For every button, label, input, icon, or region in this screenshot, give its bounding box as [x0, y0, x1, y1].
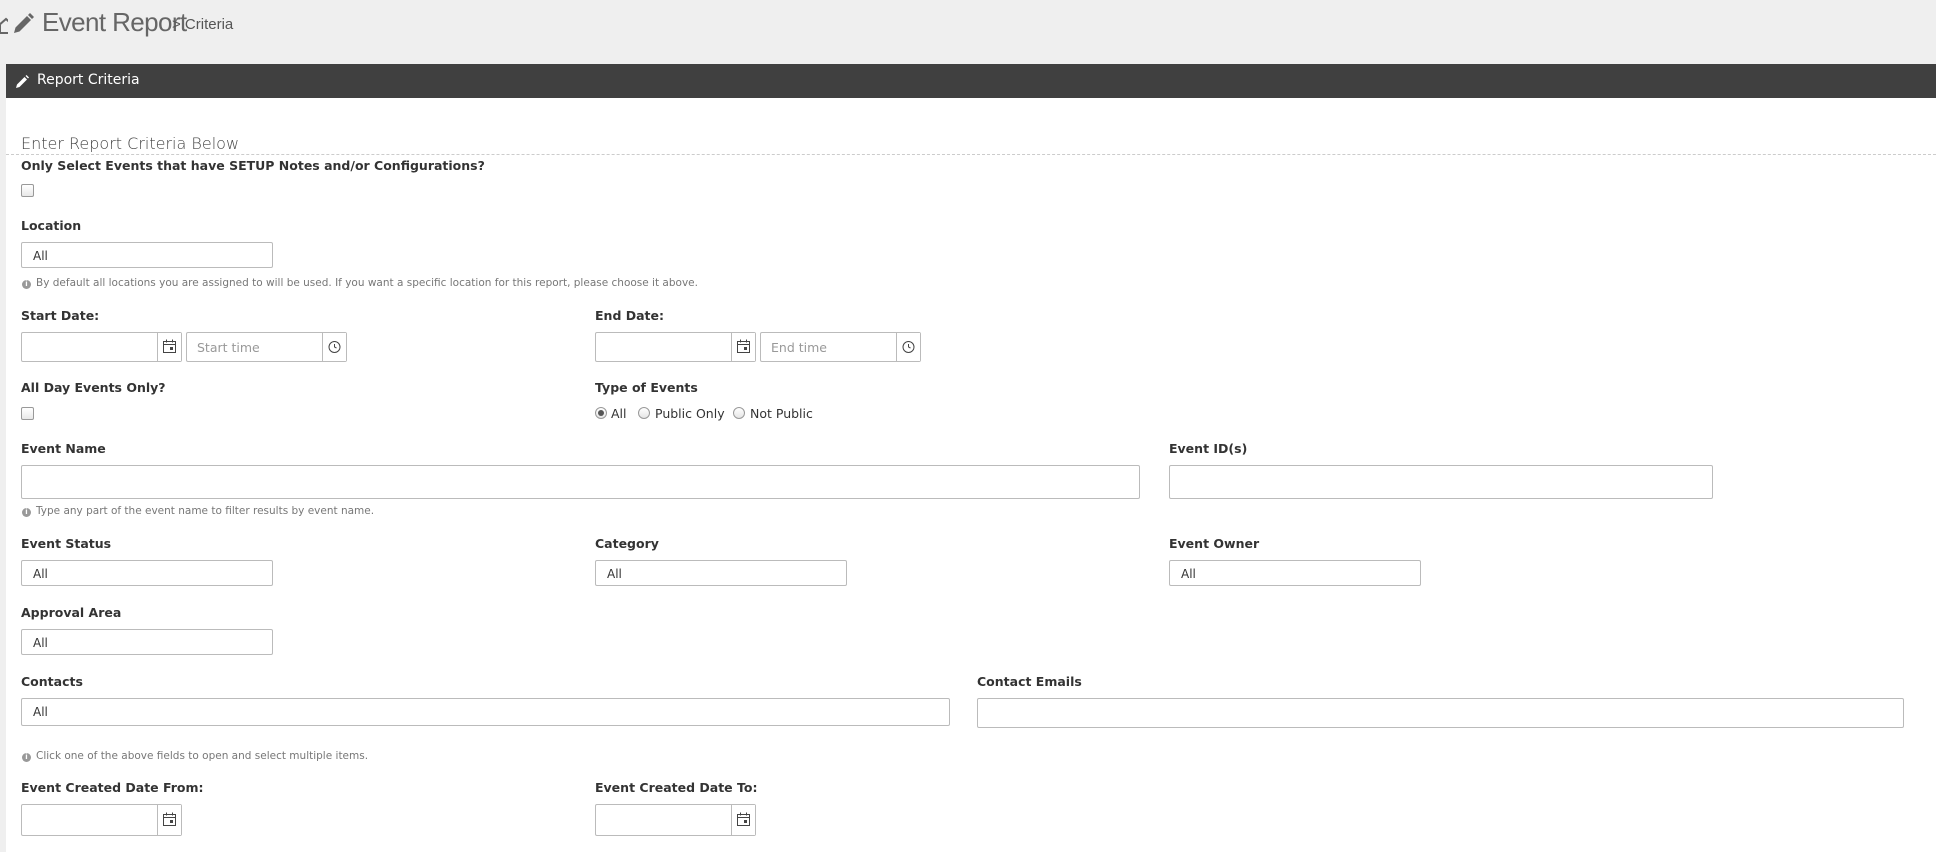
setup-only-checkbox[interactable] [21, 184, 34, 197]
start-time-placeholder: Start time [197, 340, 260, 355]
created-to-input[interactable] [595, 804, 756, 836]
approval-area-select[interactable]: All [21, 629, 273, 655]
section-title: Enter Report Criteria Below [21, 134, 240, 153]
event-status-select[interactable]: All [21, 560, 273, 586]
all-day-checkbox[interactable] [21, 407, 34, 420]
location-select[interactable]: All [21, 242, 273, 268]
clock-icon[interactable] [896, 333, 920, 361]
pencil-icon [15, 74, 29, 88]
page-header: Event Report > Criteria [0, 0, 1936, 60]
category-value: All [607, 567, 622, 581]
start-date-label: Start Date: [21, 308, 100, 323]
setup-only-label: Only Select Events that have SETUP Notes… [21, 158, 485, 173]
multi-select-help: i Click one of the above fields to open a… [22, 750, 368, 762]
type-of-events-label: Type of Events [595, 380, 698, 395]
event-ids-label: Event ID(s) [1169, 441, 1248, 456]
info-icon: i [22, 508, 31, 517]
event-status-value: All [33, 567, 48, 581]
event-name-input[interactable] [21, 465, 1140, 499]
end-time-input[interactable]: End time [760, 332, 921, 362]
event-name-label: Event Name [21, 441, 106, 456]
type-not-public-radio[interactable] [733, 407, 745, 419]
divider [6, 154, 1936, 155]
end-date-label: End Date: [595, 308, 665, 323]
calendar-icon[interactable] [157, 805, 181, 835]
page-title: Event Report [42, 7, 187, 37]
category-select[interactable]: All [595, 560, 847, 586]
event-owner-value: All [1181, 567, 1196, 581]
type-not-public-label: Not Public [750, 406, 813, 421]
event-ids-input[interactable] [1169, 465, 1713, 499]
panel-title: Report Criteria [37, 72, 140, 88]
created-to-label: Event Created Date To: [595, 780, 758, 795]
event-name-help: i Type any part of the event name to filt… [22, 505, 374, 517]
location-value: All [33, 249, 48, 263]
contact-emails-label: Contact Emails [977, 674, 1082, 689]
approval-area-label: Approval Area [21, 605, 122, 620]
category-label: Category [595, 536, 659, 551]
location-help: i By default all locations you are assign… [22, 277, 698, 289]
pencil-icon [11, 12, 35, 36]
breadcrumb: > Criteria [172, 16, 234, 33]
start-date-input[interactable] [21, 332, 182, 362]
home-icon[interactable] [0, 16, 8, 36]
report-criteria-panel: Report Criteria Enter Report Criteria Be… [6, 64, 1936, 852]
type-all-radio[interactable] [595, 407, 607, 419]
panel-header: Report Criteria [6, 64, 1936, 98]
event-owner-label: Event Owner [1169, 536, 1260, 551]
contacts-value: All [33, 705, 48, 719]
all-day-label: All Day Events Only? [21, 380, 166, 395]
approval-area-value: All [33, 636, 48, 650]
end-time-placeholder: End time [771, 340, 827, 355]
contact-emails-input[interactable] [977, 698, 1904, 728]
info-icon: i [22, 753, 31, 762]
end-date-input[interactable] [595, 332, 756, 362]
created-from-input[interactable] [21, 804, 182, 836]
event-owner-select[interactable]: All [1169, 560, 1421, 586]
type-public-only-label: Public Only [655, 406, 725, 421]
event-status-label: Event Status [21, 536, 112, 551]
type-all-label: All [611, 406, 627, 421]
created-from-label: Event Created Date From: [21, 780, 204, 795]
contacts-select[interactable]: All [21, 698, 950, 726]
start-time-input[interactable]: Start time [186, 332, 347, 362]
contacts-label: Contacts [21, 674, 83, 689]
calendar-icon[interactable] [157, 333, 181, 361]
type-public-only-radio[interactable] [638, 407, 650, 419]
info-icon: i [22, 280, 31, 289]
location-label: Location [21, 218, 82, 233]
calendar-icon[interactable] [731, 333, 755, 361]
clock-icon[interactable] [322, 333, 346, 361]
calendar-icon[interactable] [731, 805, 755, 835]
